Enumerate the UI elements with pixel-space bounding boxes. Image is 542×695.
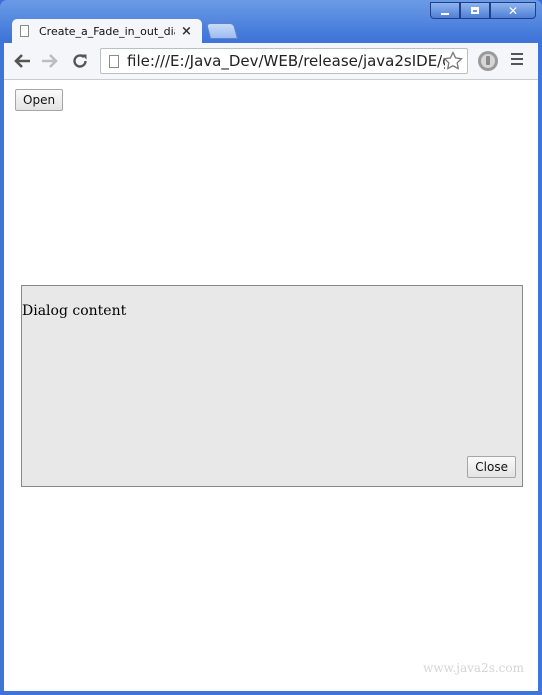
back-button[interactable] xyxy=(10,49,34,73)
forward-arrow-icon xyxy=(42,54,58,68)
tab-close-button[interactable]: × xyxy=(181,24,192,39)
menu-button[interactable] xyxy=(511,53,523,68)
extension-icon xyxy=(478,51,498,71)
dialog-content: Dialog content xyxy=(22,303,127,319)
browser-tab[interactable]: Create_a_Fade_in_out_dial × xyxy=(12,19,202,43)
forward-button[interactable] xyxy=(38,49,62,73)
open-button[interactable]: Open xyxy=(15,89,64,111)
browser-toolbar: file:///E:/Java_Dev/WEB/release/java2sID… xyxy=(4,43,538,80)
dialog-close-button[interactable]: Close xyxy=(467,456,516,478)
maximize-button[interactable] xyxy=(460,2,490,19)
address-bar[interactable]: file:///E:/Java_Dev/WEB/release/java2sID… xyxy=(100,48,468,74)
dialog: Dialog content Close xyxy=(21,285,523,487)
new-tab-button[interactable] xyxy=(205,23,239,39)
browser-window: ✕ Create_a_Fade_in_out_dial × file:///E:… xyxy=(0,0,542,695)
window-close-button[interactable]: ✕ xyxy=(490,2,536,19)
back-arrow-icon xyxy=(14,54,30,68)
window-controls: ✕ xyxy=(430,2,536,19)
document-icon xyxy=(20,25,29,37)
reload-icon xyxy=(73,54,87,68)
url-text[interactable]: file:///E:/Java_Dev/WEB/release/java2sID… xyxy=(127,52,445,70)
menu-icon xyxy=(511,53,523,65)
minimize-button[interactable] xyxy=(430,2,460,19)
page-icon xyxy=(109,54,119,68)
bookmark-star-button[interactable] xyxy=(443,51,463,73)
minimize-icon xyxy=(441,12,449,15)
maximize-icon xyxy=(471,7,479,14)
bookmark-star-icon xyxy=(443,51,463,70)
reload-button[interactable] xyxy=(68,49,92,73)
page-viewport: Open Dialog content Close www.java2s.com xyxy=(4,80,538,691)
extension-button[interactable] xyxy=(477,50,499,76)
watermark: www.java2s.com xyxy=(423,661,524,675)
tab-title: Create_a_Fade_in_out_dial xyxy=(39,24,175,38)
close-icon: ✕ xyxy=(507,3,519,18)
